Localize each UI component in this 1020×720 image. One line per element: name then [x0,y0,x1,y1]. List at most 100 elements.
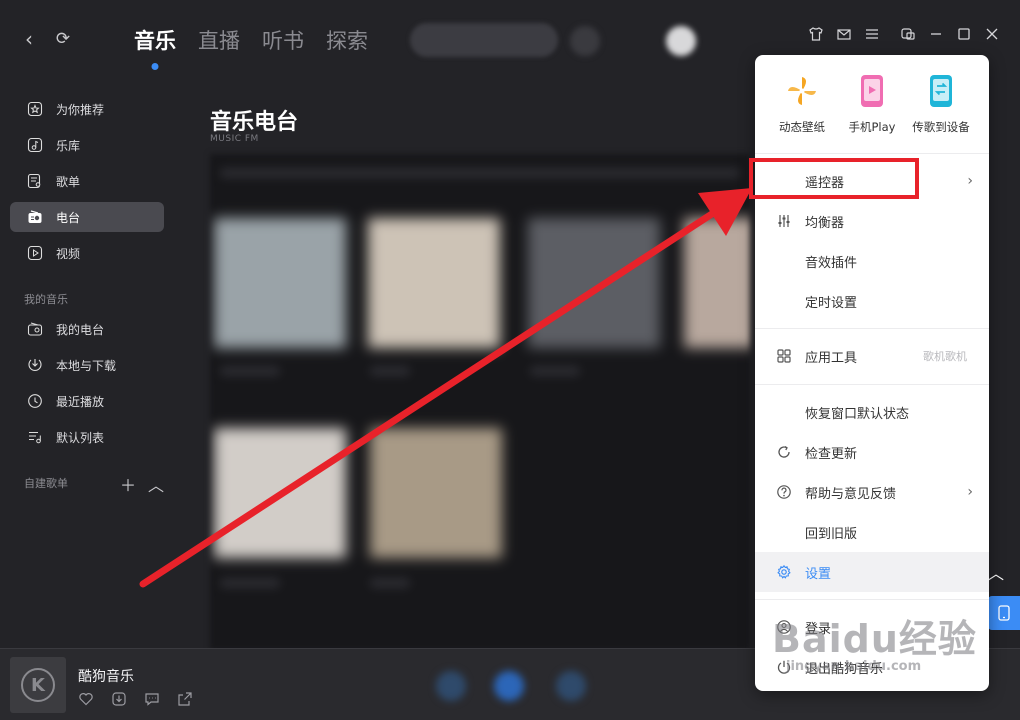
sidebar-item-recent[interactable]: 最近播放 [10,386,164,416]
custom-playlist-tools: ＋ ︿ [120,472,164,496]
chevron-right-icon: › [967,173,973,189]
blurred-icon[interactable] [570,26,600,56]
back-icon[interactable]: ‹ [18,28,40,50]
annotation-highlight-box [749,158,919,199]
sidebar-item-label: 歌单 [56,174,81,189]
menu-item-timer[interactable]: 定时设置 [755,281,989,321]
window-controls [806,26,1002,46]
category-bar [220,168,740,178]
prev-button[interactable] [436,671,466,701]
album-cover[interactable]: K [10,657,66,713]
menu-item-settings[interactable]: 设置 [755,552,989,592]
menu-divider [755,384,989,385]
main-menu-dropdown: 动态壁纸 手机Play 传歌到设备 遥控器 › 均衡器 音效插件 定时设置 应用… [755,55,989,691]
blurred-radio-grid [210,154,750,650]
chevron-right-icon: › [967,484,973,500]
minimize-icon[interactable] [926,26,946,46]
sidebar-item-recommend[interactable]: 为你推荐 [10,94,164,124]
quick-label: 传歌到设备 [912,120,970,134]
menu-item-equalizer[interactable]: 均衡器 [755,201,989,241]
menu-item-sound-plugins[interactable]: 音效插件 [755,241,989,281]
comment-icon[interactable] [144,691,160,711]
card-caption [220,366,280,376]
quick-dynamic-wallpaper[interactable]: 动态壁纸 [767,71,837,135]
music-note-icon [26,136,44,154]
tab-audiobook[interactable]: 听书 [262,24,304,58]
help-icon [775,483,793,501]
menu-item-app-tools[interactable]: 应用工具 歌机歌机 [755,336,989,376]
menu-item-help-feedback[interactable]: 帮助与意见反馈 › [755,472,989,512]
quick-transfer-device[interactable]: 传歌到设备 [906,71,976,135]
menu-item-restore-window[interactable]: 恢复窗口默认状态 [755,392,989,432]
sidebar-item-label: 电台 [56,210,81,225]
maximize-icon[interactable] [954,26,974,46]
menu-icon[interactable] [862,26,882,46]
refresh-icon [775,443,793,461]
sidebar-item-library[interactable]: 乐库 [10,130,164,160]
star-icon [26,100,44,118]
download-icon [26,356,44,374]
pinwheel-icon [782,71,822,111]
watermark-main: Baidu经验 [772,617,977,661]
radio-card[interactable] [214,218,346,348]
sidebar-item-my-radio[interactable]: 我的电台 [10,314,164,344]
menu-item-label: 设置 [805,566,832,582]
phone-play-icon [852,71,892,111]
card-caption [370,578,410,588]
sidebar-item-label: 我的电台 [56,322,105,337]
download-icon[interactable] [111,691,127,711]
mail-icon[interactable] [834,26,854,46]
song-actions [78,691,193,711]
search-input[interactable] [410,23,558,57]
menu-item-hint: 歌机歌机 [923,350,967,363]
radio-card[interactable] [214,428,346,558]
video-icon [26,244,44,262]
sidebar-item-video[interactable]: 视频 [10,238,164,268]
radio-icon [26,320,44,338]
radio-card[interactable] [370,428,502,558]
list-icon [26,428,44,446]
menu-item-label: 检查更新 [805,446,858,462]
menu-item-label: 均衡器 [805,215,845,231]
refresh-icon[interactable]: ⟳ [52,28,74,50]
menu-item-check-update[interactable]: 检查更新 [755,432,989,472]
avatar[interactable] [666,26,696,56]
tab-music[interactable]: 音乐 [134,24,176,58]
quick-phone-play[interactable]: 手机Play [837,71,907,135]
tab-live[interactable]: 直播 [198,24,240,58]
close-icon[interactable] [982,26,1002,46]
kugou-app: ‹ ⟳ 音乐 直播 听书 探索 为你推荐 乐库 歌单 电台 视频 我的音乐 我的… [0,0,1020,720]
radio-card[interactable] [528,218,660,348]
next-button[interactable] [556,671,586,701]
radio-card[interactable] [684,218,750,348]
sidebar-item-label: 乐库 [56,138,81,153]
mini-mode-icon[interactable] [898,26,918,46]
sidebar-item-radio[interactable]: 电台 [10,202,164,232]
sidebar-item-default-list[interactable]: 默认列表 [10,422,164,452]
heart-icon[interactable] [78,691,94,711]
menu-item-old-version[interactable]: 回到旧版 [755,512,989,552]
skin-icon[interactable] [806,26,826,46]
page-title: 音乐电台 [210,110,299,135]
sidebar-item-local-download[interactable]: 本地与下载 [10,350,164,380]
song-title: 酷狗音乐 [78,669,134,685]
card-caption [220,578,280,588]
phone-icon[interactable] [988,596,1020,630]
sidebar: 为你推荐 乐库 歌单 电台 视频 我的音乐 我的电台 本地与下载 最近播放 默认… [0,88,210,648]
my-music-heading: 我的音乐 [24,293,68,306]
add-icon[interactable]: ＋ [120,472,136,496]
playlist-icon [26,172,44,190]
sidebar-item-label: 为你推荐 [56,102,105,117]
quick-label: 手机Play [848,120,896,134]
radio-card[interactable] [368,218,500,348]
sidebar-item-playlists[interactable]: 歌单 [10,166,164,196]
play-button[interactable] [494,671,524,701]
menu-item-label: 恢复窗口默认状态 [805,406,910,422]
share-icon[interactable] [177,691,193,711]
tab-explore[interactable]: 探索 [326,24,368,58]
kugou-logo: K [21,668,55,702]
chevron-up-icon[interactable]: ︿ [148,472,164,496]
baidu-watermark: Baidu经验 jingyan.baidu.com [772,608,977,674]
transfer-device-icon [921,71,961,111]
card-caption [530,366,580,376]
